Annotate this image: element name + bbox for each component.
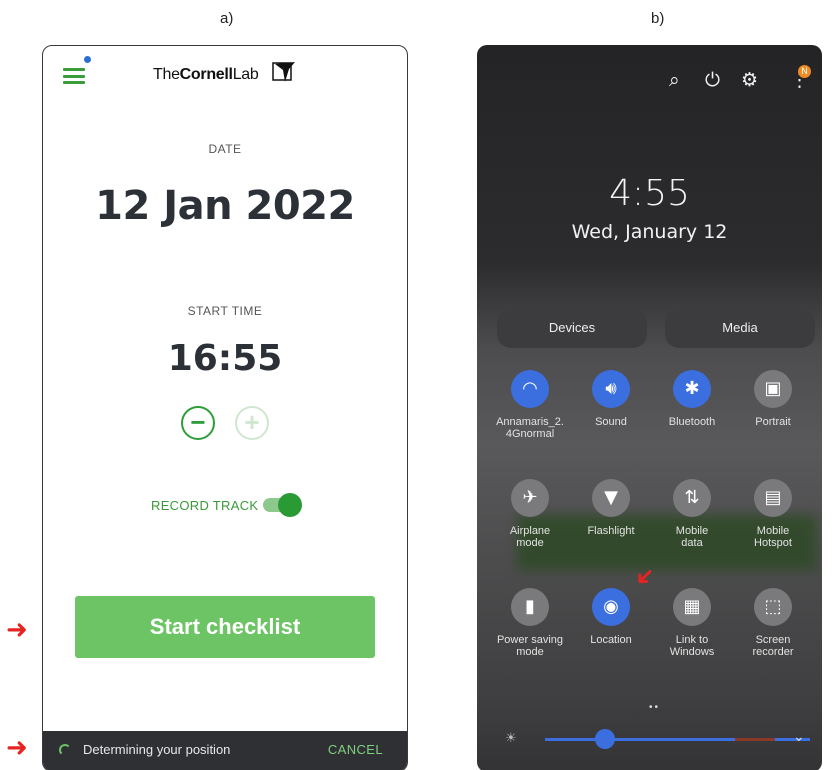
tile-label: Annamaris_2. 4Gnormal — [496, 416, 564, 440]
tile-portrait[interactable]: ▣ Portrait — [733, 370, 813, 428]
brightness-icon: ☀ — [505, 730, 517, 745]
tile-bluetooth[interactable]: ✱ Bluetooth — [652, 370, 732, 428]
loading-spinner-icon — [59, 744, 71, 756]
mobile-data-icon: ⇅ — [673, 479, 711, 517]
brightness-slider-knob[interactable] — [595, 729, 615, 749]
wifi-icon: ◠ — [511, 370, 549, 408]
tile-label: Flashlight — [587, 525, 635, 537]
start-time-value[interactable]: 16:55 — [43, 338, 407, 379]
devices-button[interactable]: Devices — [497, 308, 647, 348]
gear-icon[interactable]: ⚙ — [741, 69, 758, 91]
location-pin-icon: ◉ — [592, 588, 630, 626]
tile-label: Bluetooth — [668, 416, 716, 428]
bird-logo-icon — [272, 62, 295, 82]
rotation-lock-icon: ▣ — [754, 370, 792, 408]
tile-location[interactable]: ◉ Location — [571, 588, 651, 646]
location-status-bar: Determining your position CANCEL — [43, 731, 407, 770]
media-button[interactable]: Media — [665, 308, 815, 348]
start-checklist-button[interactable]: Start checklist — [75, 596, 375, 658]
tile-label: Location — [590, 634, 632, 646]
record-track-label: RECORD TRACK — [151, 498, 259, 513]
tile-label: Airplane mode — [509, 525, 551, 549]
search-icon[interactable]: ⌕ — [669, 69, 680, 91]
battery-icon: ▮ — [511, 588, 549, 626]
ebird-phone-screen: TheCornellLab DATE 12 Jan 2022 START TIM… — [42, 45, 408, 770]
hotspot-icon: ▤ — [754, 479, 792, 517]
airplane-icon: ✈ — [511, 479, 549, 517]
tile-mobile-data[interactable]: ⇅ Mobile data — [652, 479, 732, 549]
date-label: DATE — [208, 142, 242, 156]
tile-sound[interactable]: 🔊︎ Sound — [571, 370, 651, 428]
tile-label: Link to Windows — [669, 634, 715, 658]
clock-date: Wed, January 12 — [571, 221, 728, 243]
tile-wifi[interactable]: ◠ Annamaris_2. 4Gnormal — [490, 370, 570, 440]
notification-badge: N — [798, 65, 811, 78]
cancel-button[interactable]: CANCEL — [328, 742, 383, 757]
menu-icon[interactable] — [63, 68, 85, 84]
tile-mobile-hotspot[interactable]: ▤ Mobile Hotspot — [733, 479, 813, 549]
power-icon[interactable]: ⏻ — [705, 69, 720, 91]
panel-a-label: a) — [220, 10, 234, 27]
time-decrement-button[interactable]: − — [181, 406, 215, 440]
time-increment-button[interactable]: + — [235, 406, 269, 440]
tile-airplane-mode[interactable]: ✈ Airplane mode — [490, 479, 570, 549]
tile-label: Screen recorder — [752, 634, 794, 658]
tile-label: Mobile Hotspot — [754, 525, 792, 549]
tile-label: Power saving mode — [496, 634, 564, 658]
tile-label: Portrait — [755, 416, 791, 428]
notification-dot — [84, 56, 91, 63]
chevron-down-icon[interactable]: ⌄ — [793, 728, 805, 745]
start-time-label: START TIME — [187, 304, 263, 318]
tile-flashlight[interactable]: ▼ Flashlight — [571, 479, 651, 537]
cornell-lab-logo: TheCornellLab — [153, 66, 259, 83]
status-text: Determining your position — [83, 742, 231, 757]
record-track-toggle-knob[interactable] — [278, 493, 302, 517]
brightness-slider-end — [735, 738, 775, 741]
tile-link-to-windows[interactable]: ▦ Link to Windows — [652, 588, 732, 658]
tile-label: Mobile data — [675, 525, 709, 549]
screen-recorder-icon: ⬚ — [754, 588, 792, 626]
volume-icon: 🔊︎ — [592, 370, 630, 408]
panel-b-label: b) — [651, 10, 665, 27]
flashlight-icon: ▼ — [592, 479, 630, 517]
bluetooth-icon: ✱ — [673, 370, 711, 408]
page-indicator: •• — [649, 702, 661, 713]
android-quick-settings-screen: ⌕ ⏻ ⚙ ⋮ N 4:55 Wed, January 12 Devices M… — [477, 45, 822, 770]
link-to-windows-icon: ▦ — [673, 588, 711, 626]
arrow-to-start-button: ➜ — [6, 615, 28, 645]
tile-label: Sound — [595, 416, 627, 428]
clock-time: 4:55 — [609, 173, 690, 214]
tile-power-saving[interactable]: ▮ Power saving mode — [490, 588, 570, 658]
arrow-to-status-bar: ➜ — [6, 733, 28, 763]
date-value[interactable]: 12 Jan 2022 — [43, 183, 407, 229]
tile-screen-recorder[interactable]: ⬚ Screen recorder — [733, 588, 813, 658]
